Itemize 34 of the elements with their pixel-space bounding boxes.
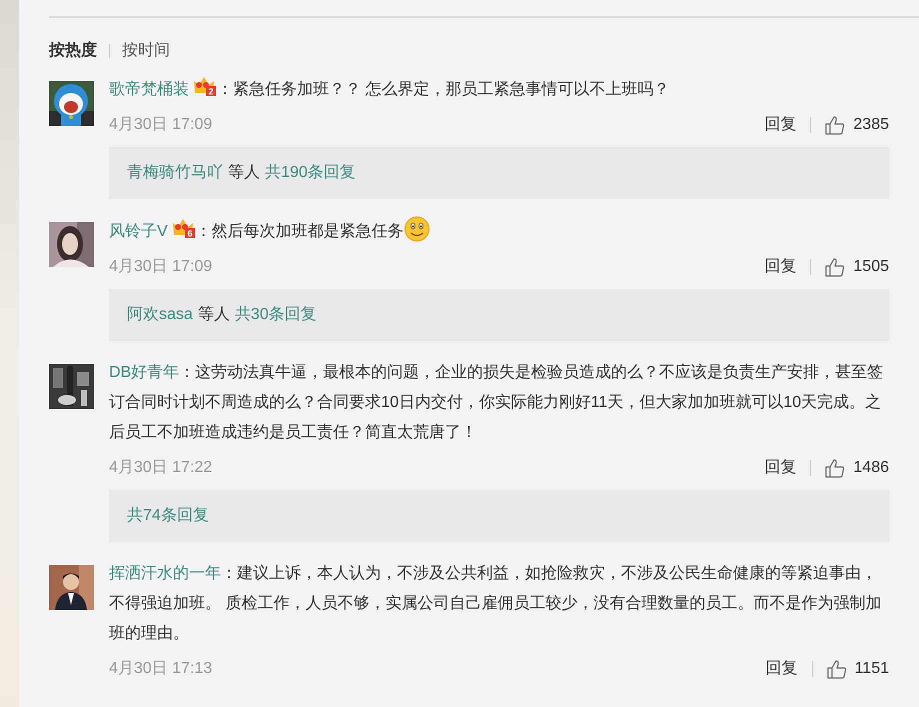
like-icon[interactable] <box>826 660 847 678</box>
like-icon[interactable] <box>825 258 846 276</box>
username-link[interactable]: DB好青年 <box>109 364 180 381</box>
username-link[interactable]: 歌帝梵桶装 <box>109 81 189 98</box>
like-icon[interactable] <box>825 458 846 478</box>
reply-link[interactable]: 回复 <box>764 113 796 137</box>
reply-user-link[interactable]: 青梅骑竹马吖 <box>127 161 223 185</box>
comment-text: 风铃子V 6 ：然后每次加班都是紧急任务 <box>109 216 889 247</box>
like-count: 1486 <box>853 458 889 478</box>
sort-tab[interactable]: 按热度 <box>49 39 97 63</box>
comment-text: DB好青年：这劳动法真牛逼，最根本的问题，企业的损失是检验员造成的么？不应该是负责生产安排，甚至签订合同时计划不周造成的么？合同要求10日内交付，你实际能力刚好11天，但大家加加班就可以10天完成。之后员工不加班造成违约是员工责任？简直太荒唐了！ <box>109 362 884 443</box>
reply-count-link[interactable]: 共190条回复 <box>265 161 356 185</box>
like-count: 2385 <box>853 115 889 135</box>
comment-time: 4月30日 17:09 <box>109 115 214 135</box>
reply-users-suffix: 等人 <box>198 305 230 325</box>
reply-link[interactable]: 回复 <box>764 255 796 279</box>
comment-time: 4月30日 17:22 <box>109 458 214 478</box>
like-count: 1151 <box>854 659 889 679</box>
like-count: 1505 <box>853 257 889 277</box>
smiley-icon <box>404 216 430 242</box>
username-link[interactable]: 挥洒汗水的一年 <box>109 565 221 582</box>
like-icon[interactable] <box>825 116 846 134</box>
comment-time: 4月30日 17:09 <box>109 257 214 277</box>
reply-user-link[interactable]: 阿欢sasa <box>127 303 193 327</box>
reply-count-link[interactable]: 共30条回复 <box>234 303 317 327</box>
comment-time: 4月30日 17:13 <box>109 659 214 679</box>
reply-link[interactable]: 回复 <box>764 456 796 480</box>
username-link[interactable]: 风铃子V <box>109 223 168 240</box>
comment-text: 歌帝梵桶装 2 ：紧急任务加班？？ 怎么界定，那员工紧急事情可以不上班吗？ <box>109 75 889 105</box>
reply-users-suffix: 等人 <box>228 163 260 183</box>
comment-text: 挥洒汗水的一年：建议上诉，本人认为，不涉及公共利益，如抢险救灾，不涉及公民生命健康的等紧迫事由，不得强迫加班。 质检工作，人员不够，实属公司自己雇佣员工较少，没有合理数量的员工。而不是作为强制加班的理由。 <box>109 564 882 644</box>
reply-link[interactable]: 回复 <box>766 657 798 681</box>
sort-tab[interactable]: 按时间 <box>122 39 170 63</box>
reply-count-link[interactable]: 共74条回复 <box>127 504 209 528</box>
